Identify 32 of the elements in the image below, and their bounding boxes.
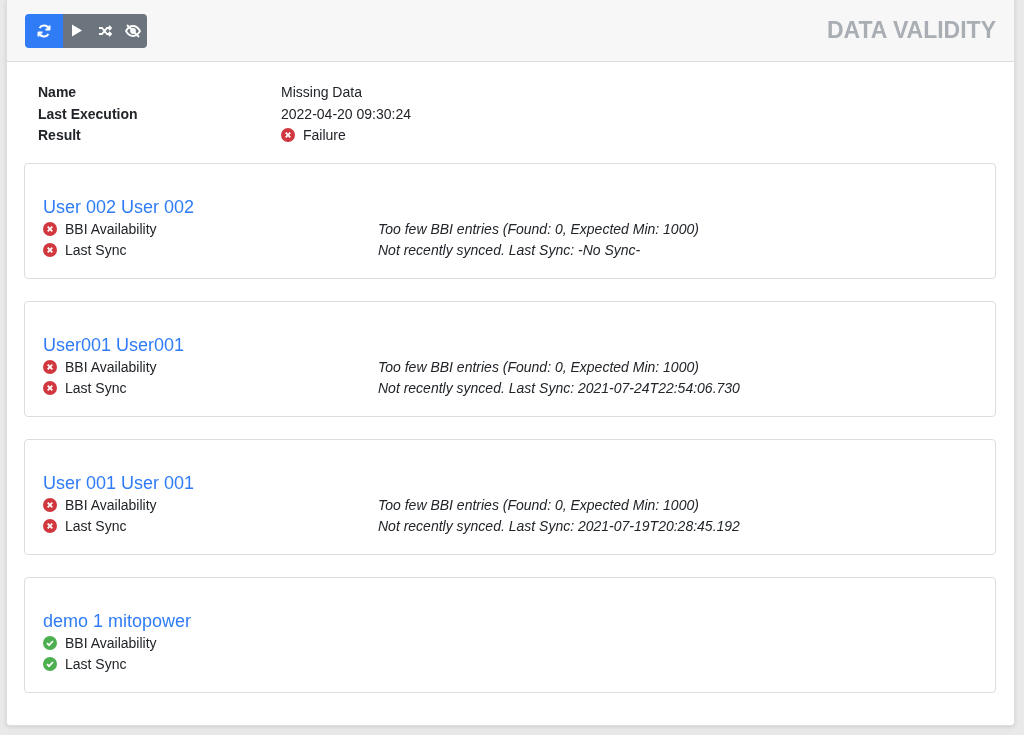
field-label: Last Execution <box>38 104 139 124</box>
check-label: Last Sync <box>65 242 127 258</box>
check-message: Too few BBI entries (Found: 0, Expected Min: 1000) <box>378 358 699 375</box>
shuffle-icon <box>98 24 112 37</box>
check-message: Too few BBI entries (Found: 0, Expected Min: 1000) <box>378 496 699 513</box>
check-message: Not recently synced. Last Sync: 2021-07-19T20:28:45.192 <box>378 518 740 534</box>
toolbar-button[interactable] <box>63 13 91 48</box>
field-value: Missing Data <box>281 84 362 100</box>
field-value: Failure <box>303 127 346 143</box>
check-label: BBI Availability <box>65 496 157 513</box>
check-message: Not recently synced. Last Sync: 2021-07-24T22:54:06.730 <box>378 380 740 396</box>
field-value: 2022-04-20 09:30:24 <box>281 105 411 122</box>
check-label: Last Sync <box>65 380 127 396</box>
check-label: BBI Availability <box>65 358 157 375</box>
check-message: Too few BBI entries (Found: 0, Expected Min: 1000) <box>378 220 699 237</box>
user-link[interactable]: User001 User001 <box>43 333 185 356</box>
eye-slash-icon <box>125 23 141 38</box>
toolbar-button[interactable] <box>25 13 63 48</box>
refresh-icon <box>36 22 52 39</box>
play-icon <box>71 24 83 37</box>
check-label: Last Sync <box>65 656 127 672</box>
panel-title: DATA VALIDITY <box>826 16 996 46</box>
field-label: Name <box>38 83 78 102</box>
user-link[interactable]: User 001 User 001 <box>43 471 195 494</box>
check-label: Last Sync <box>65 518 127 534</box>
user-link[interactable]: demo 1 mitopower <box>43 609 192 632</box>
user-link[interactable]: User 002 User 002 <box>43 195 195 218</box>
toolbar-button[interactable] <box>119 13 147 48</box>
check-label: BBI Availability <box>65 634 157 651</box>
check-message: Not recently synced. Last Sync: -No Sync- <box>378 242 641 258</box>
field-label: Result <box>38 126 82 145</box>
check-label: BBI Availability <box>65 220 157 237</box>
